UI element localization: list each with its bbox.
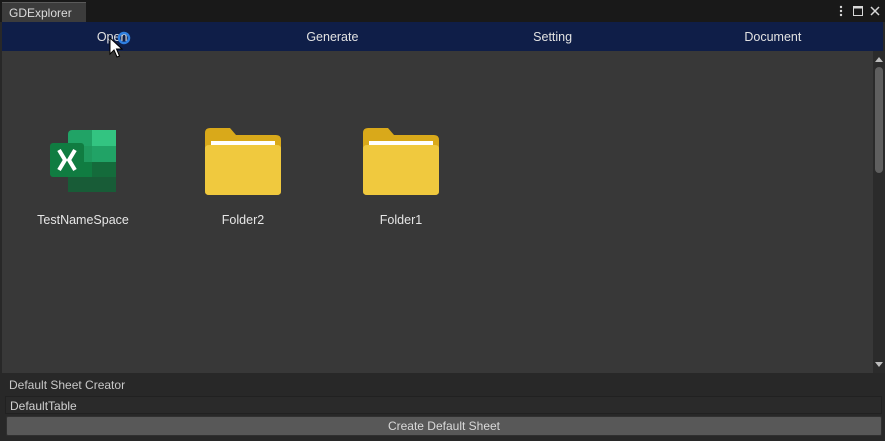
more-icon (839, 5, 843, 17)
maximize-icon (853, 6, 863, 16)
close-button[interactable] (869, 4, 881, 18)
explorer-panel: TestNameSpace Folder2 Folder1 (2, 51, 873, 373)
table-name-value: DefaultTable (10, 399, 77, 413)
scroll-up-icon[interactable] (875, 55, 883, 63)
menu-document[interactable]: Document (663, 22, 883, 51)
file-item-label: TestNameSpace (37, 213, 129, 227)
file-item-label: Folder1 (379, 213, 423, 227)
folder-icon (363, 128, 439, 195)
mouse-cursor-icon (109, 37, 123, 58)
excel-file-icon (50, 130, 116, 192)
menu-generate[interactable]: Generate (222, 22, 442, 51)
file-item-label: Folder2 (221, 213, 265, 227)
create-default-sheet-button[interactable]: Create Default Sheet (6, 416, 882, 436)
table-name-input[interactable]: DefaultTable (5, 396, 882, 414)
folder-icon (205, 128, 281, 195)
file-item-testnamespace[interactable]: TestNameSpace (28, 127, 138, 237)
scroll-down-icon[interactable] (875, 361, 883, 369)
window-tab-title: GDExplorer (9, 6, 72, 20)
maximize-button[interactable] (852, 4, 864, 18)
more-options-button[interactable] (835, 4, 847, 18)
section-title: Default Sheet Creator (9, 378, 126, 392)
menu-setting-label: Setting (533, 29, 573, 44)
vertical-scrollbar[interactable] (873, 51, 885, 373)
close-icon (870, 6, 880, 16)
window-controls (835, 3, 881, 19)
title-bar: GDExplorer (0, 0, 885, 22)
scrollbar-thumb[interactable] (875, 67, 883, 173)
menu-setting[interactable]: Setting (443, 22, 663, 51)
menu-generate-label: Generate (306, 29, 359, 44)
menu-document-label: Document (744, 29, 802, 44)
create-default-sheet-label: Create Default Sheet (387, 419, 501, 433)
file-item-folder2[interactable]: Folder2 (188, 127, 298, 237)
file-item-folder1[interactable]: Folder1 (346, 127, 456, 237)
window-tab[interactable]: GDExplorer (2, 2, 86, 22)
menu-bar: Open Generate Setting Document (2, 22, 883, 51)
